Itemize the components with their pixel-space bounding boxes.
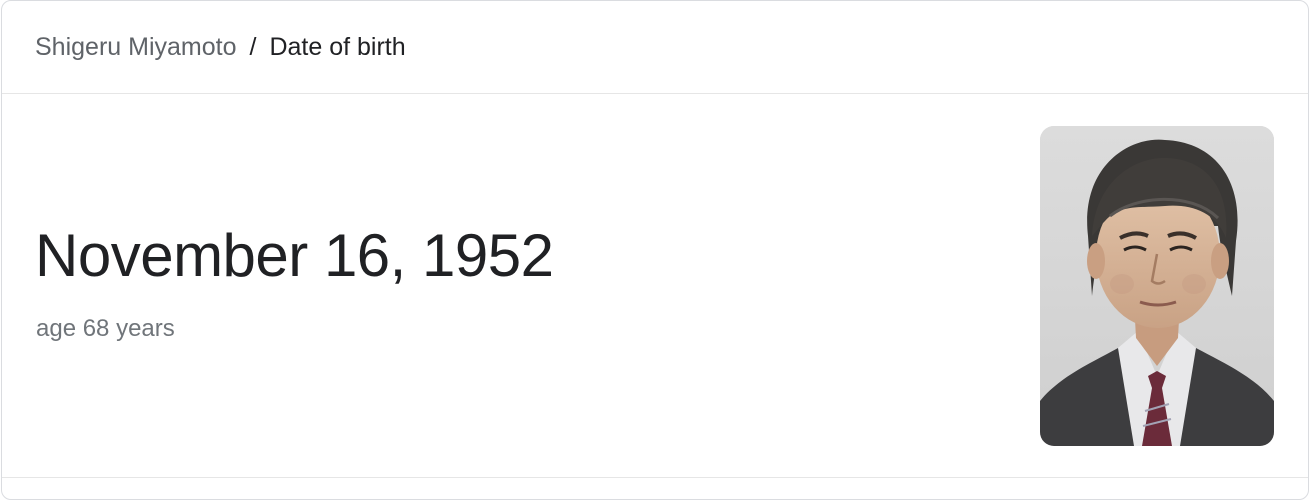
breadcrumb: Shigeru Miyamoto / Date of birth: [2, 1, 1308, 94]
breadcrumb-separator: /: [249, 32, 257, 61]
portrait-illustration: [1040, 126, 1274, 446]
knowledge-card: Shigeru Miyamoto / Date of birth Novembe…: [1, 0, 1309, 500]
answer-value: November 16, 1952: [35, 222, 554, 289]
answer-section: November 16, 1952 age 68 years: [2, 94, 1308, 478]
breadcrumb-current: Date of birth: [269, 32, 406, 61]
breadcrumb-parent-link[interactable]: Shigeru Miyamoto: [35, 33, 236, 62]
portrait-photo[interactable]: [1040, 126, 1274, 446]
answer-subtext: age 68 years: [36, 315, 175, 342]
